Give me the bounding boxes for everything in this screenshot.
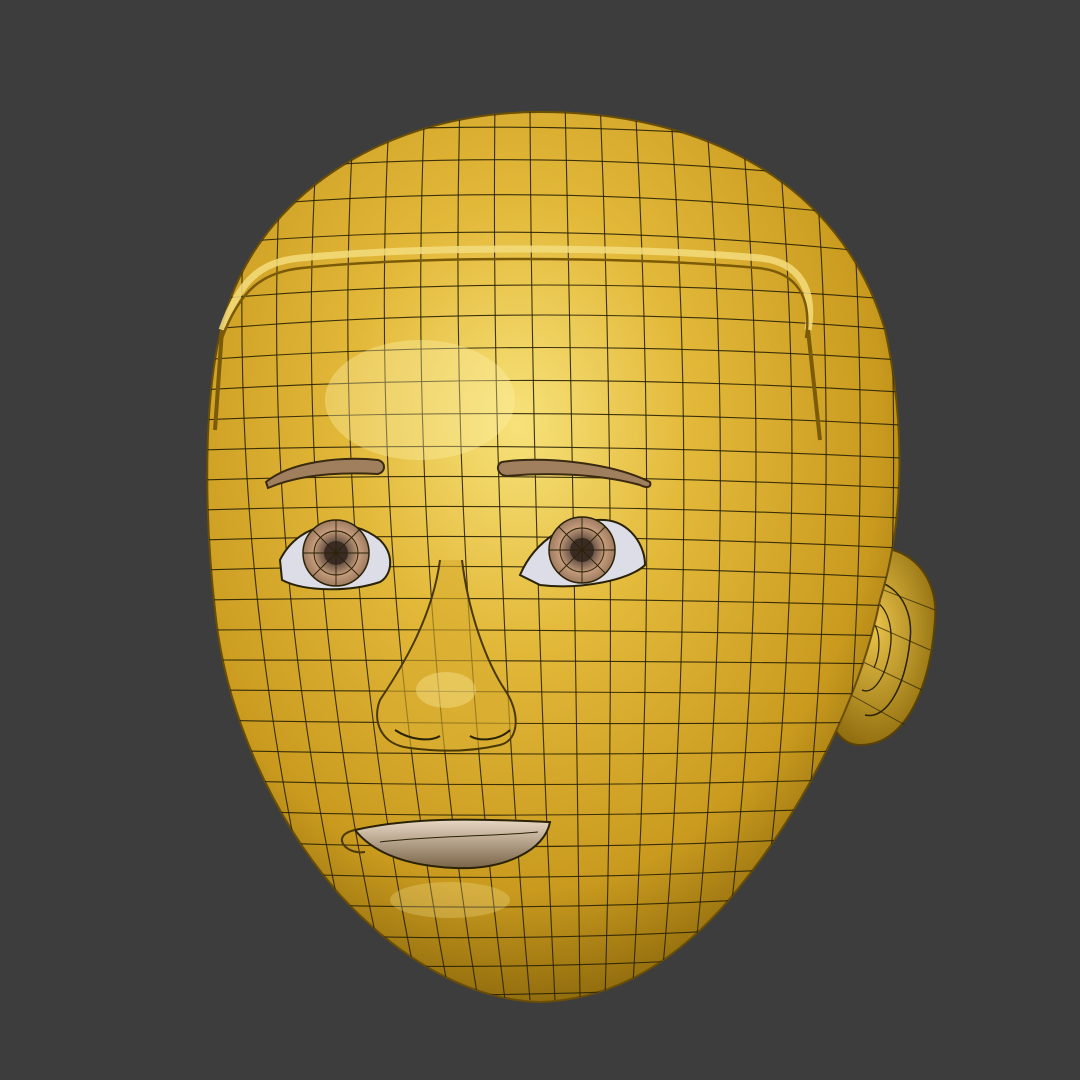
viewport bbox=[0, 0, 1080, 1080]
head-model bbox=[206, 110, 937, 1004]
